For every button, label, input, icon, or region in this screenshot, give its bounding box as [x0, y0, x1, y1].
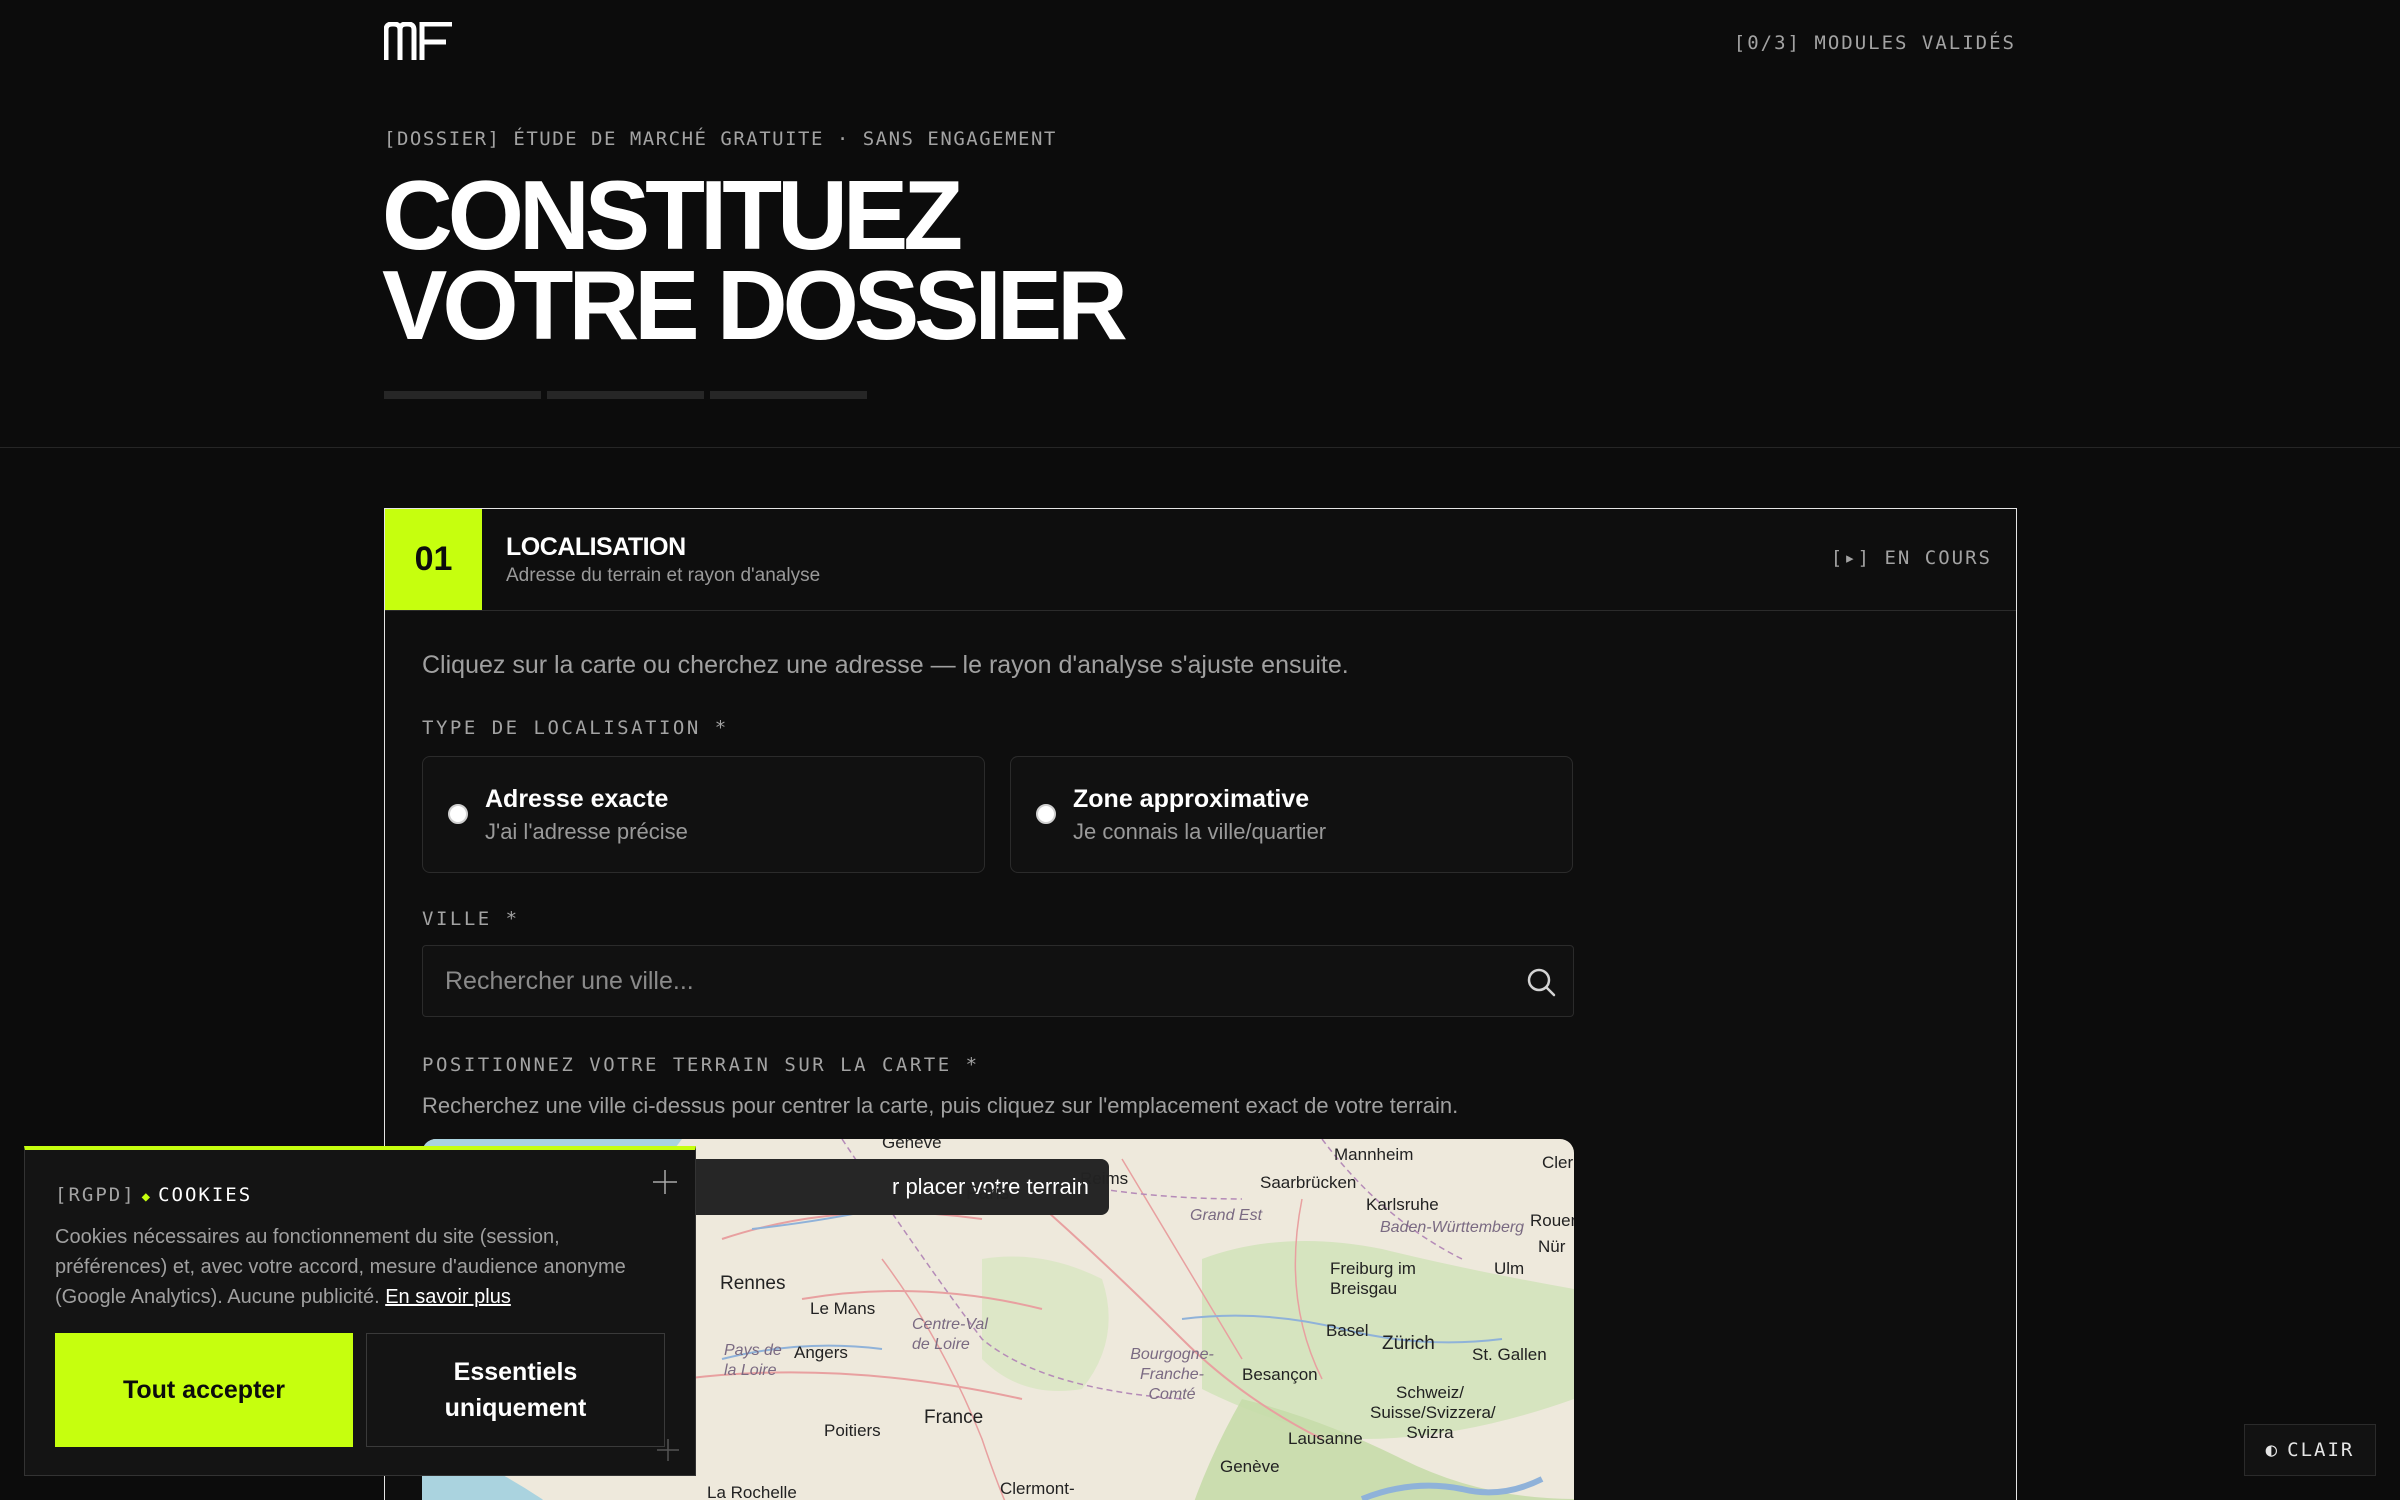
map-city-label: La Rochelle — [707, 1483, 797, 1500]
map-city-label: Mannheim — [1334, 1145, 1414, 1164]
page-title-line-1: CONSTITUEZ — [382, 160, 963, 270]
contrast-icon: ◐ — [2265, 1439, 2280, 1461]
map-region-label: Bourgogne- Franche- Comté — [1130, 1346, 1214, 1403]
map-city-label: Nür — [1538, 1237, 1566, 1256]
dossier-eyebrow: [DOSSIER] ÉTUDE DE MARCHÉ GRATUITE · SAN… — [384, 128, 1057, 150]
map-city-label: Clermont- — [1542, 1153, 1574, 1172]
map-city-label: Freiburg im Breisgau — [1330, 1259, 1416, 1298]
map-city-label: Clermont- — [1000, 1479, 1075, 1498]
cookie-banner: [RGPD] ◆ COOKIES Cookies nécessaires au fo… — [24, 1146, 696, 1476]
theme-toggle-label: CLAIR — [2287, 1439, 2355, 1461]
city-label: VILLE * — [422, 908, 520, 930]
location-type-label: TYPE DE LOCALISATION * — [422, 717, 729, 739]
map-city-label: St. Gallen — [1472, 1345, 1547, 1364]
map-city-label: Rennes — [720, 1273, 786, 1294]
city-search-field[interactable] — [422, 945, 1574, 1017]
map-label: POSITIONNEZ VOTRE TERRAIN SUR LA CARTE * — [422, 1054, 980, 1076]
progress-segment — [710, 391, 867, 399]
option-title: Adresse exacte — [485, 785, 669, 813]
search-icon[interactable] — [1525, 966, 1557, 998]
cookie-title: COOKIES — [158, 1184, 253, 1206]
mf-logo-icon[interactable] — [384, 22, 454, 62]
option-description: J'ai l'adresse précise — [485, 819, 688, 844]
map-city-label: Genève — [882, 1139, 942, 1152]
option-title: Zone approximative — [1073, 785, 1310, 813]
map-hint: Recherchez une ville ci-dessus pour cent… — [422, 1093, 1459, 1118]
essential-line-2: uniquement — [444, 1394, 587, 1422]
radio-button[interactable] — [448, 804, 468, 824]
map-tooltip: r placer votre terrain — [642, 1159, 1109, 1215]
map-city-label: Paris — [966, 1183, 1010, 1204]
diamond-icon: ◆ — [141, 1189, 153, 1205]
essential-line-1: Essentiels — [453, 1358, 578, 1386]
close-icon[interactable] — [651, 1168, 679, 1196]
map-city-label: Karlsruhe — [1366, 1195, 1439, 1214]
map-city-label: Saarbrücken — [1260, 1173, 1357, 1192]
map-region-label: Centre-Val de Loire — [912, 1316, 988, 1353]
cookie-text: Cookies nécessaires au fonctionnement du… — [55, 1222, 665, 1312]
module-number-badge: 01 — [385, 509, 482, 610]
map-city-label: Genève — [1220, 1457, 1280, 1476]
map-city-label: Besançon — [1242, 1365, 1318, 1384]
map-region-label: Baden-Württemberg — [1380, 1219, 1525, 1236]
module-progress-bar — [384, 391, 867, 399]
progress-segment — [384, 391, 541, 399]
map-city-label: Rouen — [1530, 1211, 1574, 1230]
map-region-label: Grand Est — [1190, 1207, 1263, 1224]
map-city-label: Ulm — [1494, 1259, 1525, 1278]
progress-segment — [547, 391, 704, 399]
option-description: Je connais la ville/quartier — [1073, 819, 1327, 844]
city-search-input[interactable] — [423, 946, 1573, 1016]
essential-only-button[interactable]: Essentiels uniquement — [366, 1333, 665, 1447]
radio-button[interactable] — [1036, 804, 1056, 824]
module-header[interactable]: 01 LOCALISATION Adresse du terrain et ra… — [385, 509, 2016, 611]
section-divider — [0, 447, 2400, 448]
modules-validated-status: [0/3] MODULES VALIDÉS — [1733, 32, 2016, 54]
accept-all-button[interactable]: Tout accepter — [55, 1333, 353, 1447]
module-subtitle: Adresse du terrain et rayon d'analyse — [506, 565, 821, 586]
cookie-description: Cookies nécessaires au fonctionnement du… — [55, 1226, 626, 1308]
option-approximate-zone[interactable]: Zone approximative Je connais la ville/q… — [1010, 756, 1573, 873]
cookie-tag: [RGPD] — [55, 1184, 136, 1206]
theme-toggle-button[interactable]: ◐ CLAIR — [2244, 1424, 2376, 1476]
corner-plus-icon — [657, 1439, 679, 1461]
page-title: CONSTITUEZ VOTRE DOSSIER — [382, 160, 1128, 360]
map-city-label: Angers — [794, 1343, 848, 1362]
map-region-label: Pays de la Loire — [724, 1342, 782, 1379]
map-city-label: Basel — [1326, 1321, 1369, 1340]
module-status: [▸] EN COURS — [1830, 547, 1992, 569]
map-city-label: Lausanne — [1288, 1429, 1363, 1448]
map-city-label: Le Mans — [810, 1299, 876, 1318]
module-intro: Cliquez sur la carte ou cherchez une adr… — [422, 651, 1349, 679]
map-city-label: France — [924, 1407, 984, 1428]
page-title-line-2: VOTRE DOSSIER — [382, 250, 1128, 360]
map-city-label: Reims — [1080, 1169, 1129, 1188]
option-exact-address[interactable]: Adresse exacte J'ai l'adresse précise — [422, 756, 985, 873]
module-title: LOCALISATION — [506, 533, 686, 561]
learn-more-link[interactable]: En savoir plus — [385, 1286, 511, 1308]
map-city-label: Poitiers — [824, 1421, 881, 1440]
cookie-banner-title: [RGPD] ◆ COOKIES — [55, 1184, 252, 1206]
map-city-label: Zürich — [1382, 1333, 1435, 1354]
map-city-label: Schweiz/ Suisse/Svizzera/ Svizra — [1370, 1383, 1496, 1442]
